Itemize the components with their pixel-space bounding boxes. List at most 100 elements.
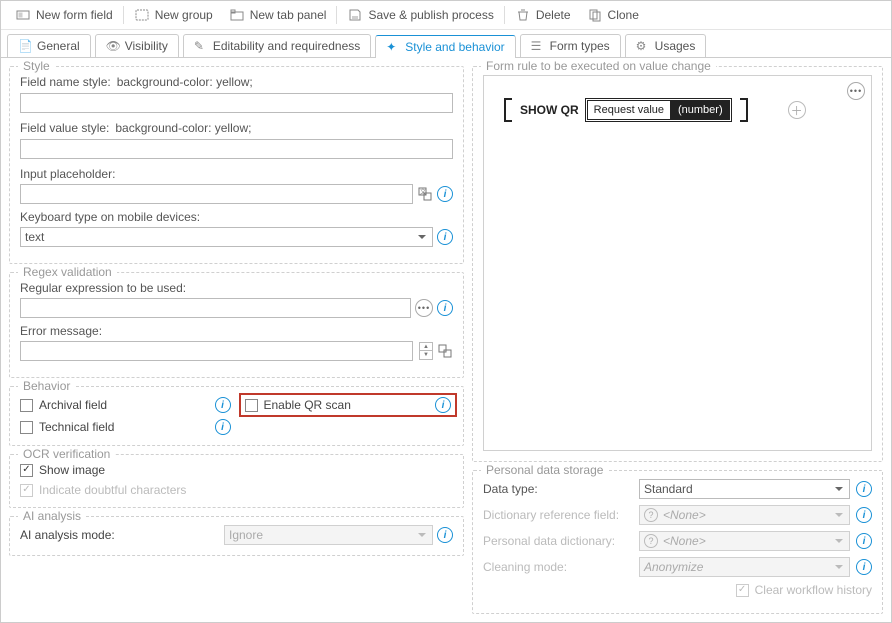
data-type-select[interactable]: Standard [639, 479, 850, 499]
data-type-row: Data type: Standard i [483, 479, 872, 499]
enable-qr-checkbox[interactable] [245, 399, 258, 412]
field-name-style-input[interactable] [20, 93, 453, 113]
tab-general[interactable]: 📄 General [7, 34, 91, 57]
clear-history-row: Clear workflow history [483, 583, 872, 597]
pers-dict-label: Personal data dictionary: [483, 534, 633, 548]
info-icon[interactable]: i [856, 559, 872, 575]
info-icon[interactable]: i [437, 186, 453, 202]
cleaning-value: Anonymize [644, 560, 703, 574]
form-rule-group: Form rule to be executed on value change… [472, 66, 883, 462]
ai-group: AI analysis AI analysis mode: Ignore i [9, 516, 464, 556]
translate-icon[interactable] [437, 343, 453, 359]
tab-label: Usages [655, 39, 696, 53]
regex-expr-label: Regular expression to be used: [20, 281, 453, 295]
dict-ref-row: Dictionary reference field: ?<None> i [483, 505, 872, 525]
archival-checkbox[interactable] [20, 399, 33, 412]
archival-field-row: Archival field i [20, 395, 231, 415]
field-value-style-row: Field value style: background-color: yel… [20, 121, 453, 135]
rule-canvas[interactable]: ••• SHOW QR Request value (number) [483, 75, 872, 451]
clone-button[interactable]: Clone [579, 4, 647, 26]
info-icon[interactable]: i [856, 481, 872, 497]
more-icon[interactable]: ••• [415, 299, 433, 317]
rule-block[interactable]: SHOW QR Request value (number) [498, 94, 754, 126]
show-image-checkbox[interactable] [20, 464, 33, 477]
show-image-label: Show image [39, 463, 453, 477]
delete-button[interactable]: Delete [507, 4, 579, 26]
tab-label: Visibility [125, 39, 168, 53]
main-pane: Style Field name style: background-color… [1, 58, 891, 622]
info-icon[interactable]: i [856, 533, 872, 549]
pers-dict-select: ?<None> [639, 531, 850, 551]
tab-usages[interactable]: ⚙ Usages [625, 34, 707, 57]
regex-group-title: Regex validation [18, 265, 117, 279]
tab-visibility[interactable]: 👁 Visibility [95, 34, 179, 57]
regex-group: Regex validation Regular expression to b… [9, 272, 464, 378]
info-icon[interactable]: i [215, 397, 231, 413]
new-tab-panel-button[interactable]: New tab panel [221, 4, 335, 26]
dict-ref-value: <None> [663, 508, 706, 522]
tab-style-behavior[interactable]: ✦ Style and behavior [375, 35, 515, 58]
personal-data-title: Personal data storage [481, 463, 608, 477]
new-group-button[interactable]: New group [126, 4, 221, 26]
svg-text:文: 文 [420, 188, 426, 196]
toolbar: New form field New group New tab panel S… [1, 1, 891, 30]
form-rule-title: Form rule to be executed on value change [481, 59, 716, 73]
info-icon[interactable]: i [437, 527, 453, 543]
tabstrip: 📄 General 👁 Visibility ✎ Editability and… [1, 30, 891, 58]
rule-param-pill[interactable]: Request value (number) [585, 98, 732, 122]
data-type-value: Standard [644, 482, 693, 496]
field-value-style-input[interactable] [20, 139, 453, 159]
translate-icon[interactable]: 文 [417, 186, 433, 202]
cleaning-row: Cleaning mode: Anonymize i [483, 557, 872, 577]
left-column: Style Field name style: background-color… [9, 66, 464, 614]
spinner: ▲ ▼ [419, 342, 433, 360]
cleaning-select: Anonymize [639, 557, 850, 577]
data-type-label: Data type: [483, 482, 633, 496]
usages-icon: ⚙ [636, 39, 650, 53]
input-placeholder-input[interactable] [20, 184, 413, 204]
enable-qr-label: Enable QR scan [264, 398, 430, 412]
spin-down[interactable]: ▼ [419, 351, 433, 360]
save-publish-label: Save & publish process [368, 8, 493, 22]
clear-history-checkbox [736, 584, 749, 597]
new-form-field-button[interactable]: New form field [7, 4, 121, 26]
save-publish-button[interactable]: Save & publish process [339, 4, 501, 26]
delete-label: Delete [536, 8, 571, 22]
enable-qr-highlight: Enable QR scan i [239, 393, 458, 417]
tab-label: Style and behavior [405, 40, 504, 54]
info-icon[interactable]: i [435, 397, 451, 413]
add-rule-icon[interactable]: ＋ [788, 101, 806, 119]
info-icon[interactable]: i [856, 507, 872, 523]
doubtful-checkbox [20, 484, 33, 497]
archival-label: Archival field [39, 398, 209, 412]
ai-mode-value: Ignore [229, 528, 263, 542]
style-icon: ✦ [386, 40, 400, 54]
rule-param1: Request value [587, 100, 671, 120]
field-name-style-label: Field name style: [20, 75, 111, 89]
regex-expr-input[interactable] [20, 298, 411, 318]
info-icon[interactable]: i [437, 300, 453, 316]
form-field-icon [15, 7, 31, 23]
field-value-style-label: Field value style: [20, 121, 109, 135]
regex-error-input[interactable] [20, 341, 413, 361]
info-icon[interactable]: i [215, 419, 231, 435]
keyboard-type-label: Keyboard type on mobile devices: [20, 210, 453, 224]
new-tab-panel-label: New tab panel [250, 8, 327, 22]
clear-history-label: Clear workflow history [755, 583, 872, 597]
spin-up[interactable]: ▲ [419, 342, 433, 351]
personal-data-group: Personal data storage Data type: Standar… [472, 470, 883, 614]
keyboard-type-select[interactable]: text [20, 227, 433, 247]
trash-icon [515, 7, 531, 23]
tab-label: Form types [550, 39, 610, 53]
ai-group-title: AI analysis [18, 509, 86, 523]
form-types-icon: ☰ [531, 39, 545, 53]
keyboard-type-value: text [25, 230, 44, 244]
tab-editability[interactable]: ✎ Editability and requiredness [183, 34, 371, 57]
field-name-style-value: background-color: yellow; [117, 75, 253, 89]
rule-more-icon[interactable]: ••• [847, 82, 865, 100]
separator [336, 6, 337, 24]
technical-checkbox[interactable] [20, 421, 33, 434]
tab-form-types[interactable]: ☰ Form types [520, 34, 621, 57]
ai-mode-label: AI analysis mode: [20, 528, 220, 542]
info-icon[interactable]: i [437, 229, 453, 245]
